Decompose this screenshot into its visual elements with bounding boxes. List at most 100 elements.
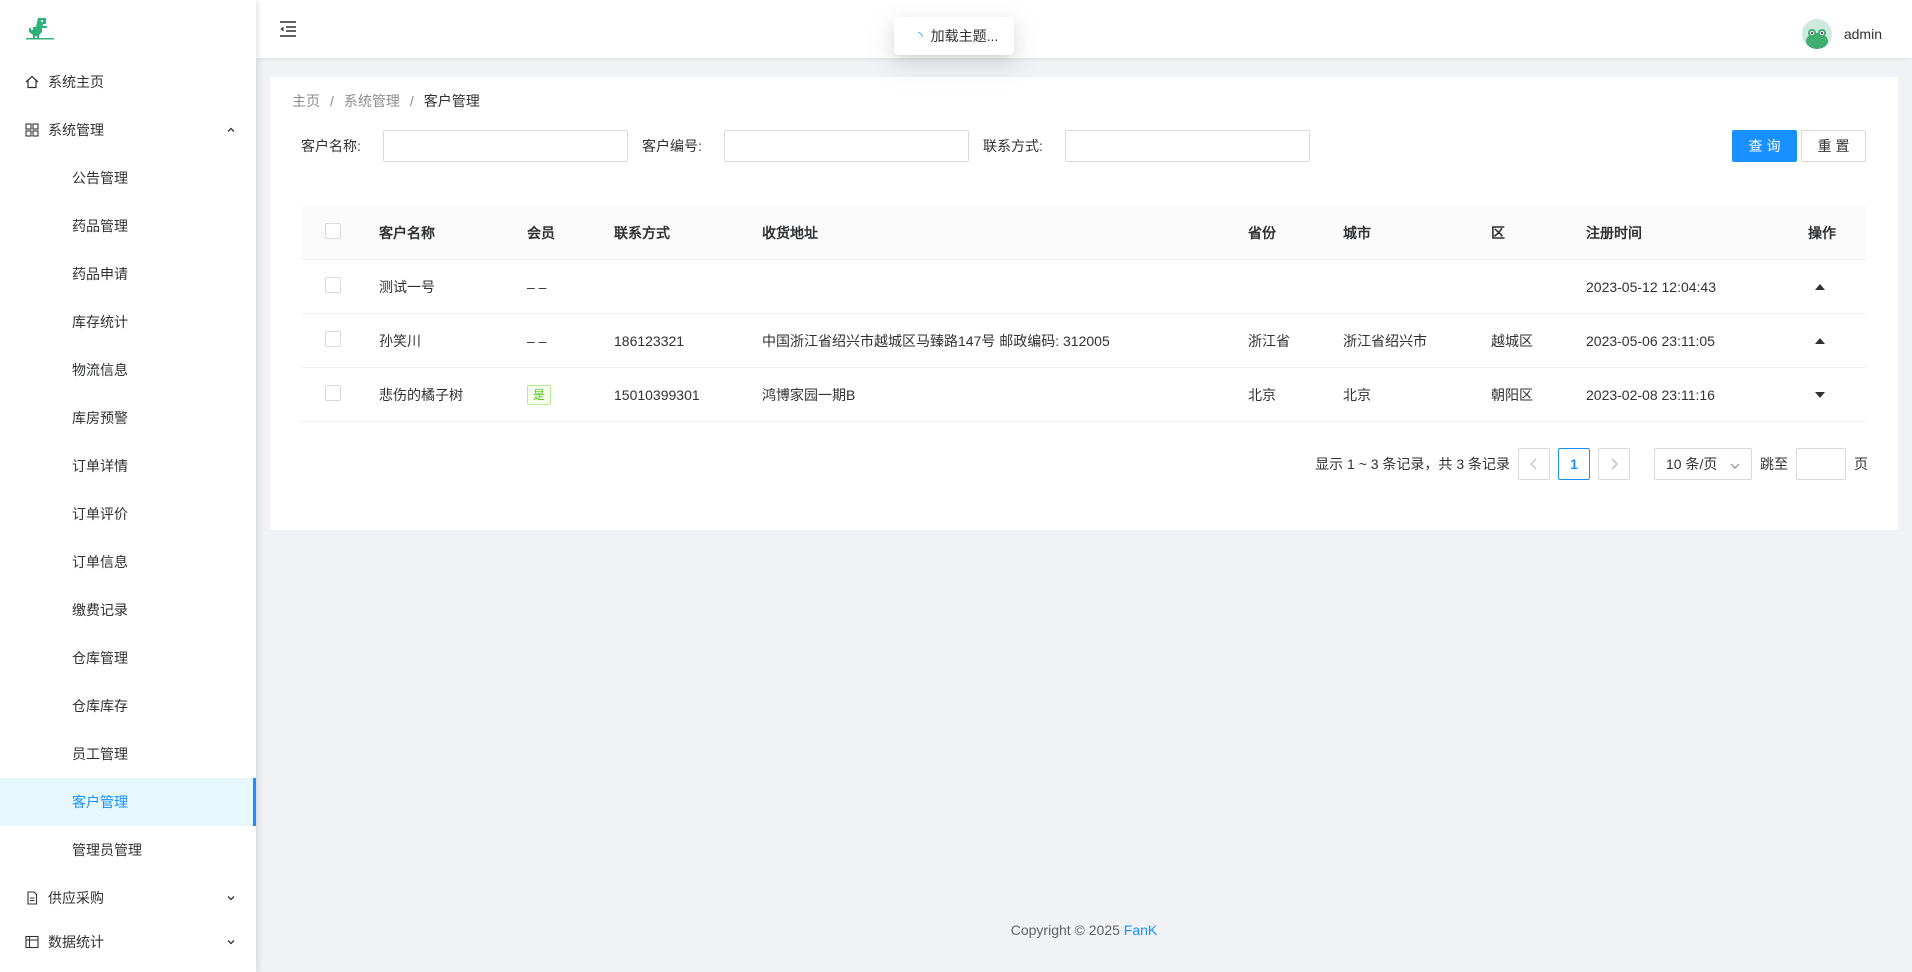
member-tag: 是 <box>527 384 552 405</box>
sub-item-label: 库存统计 <box>72 314 128 330</box>
cell-name: 测试一号 <box>379 278 435 295</box>
sidebar-item-drug[interactable]: 药品管理 <box>0 202 256 250</box>
sidebar-item-order-review[interactable]: 订单评价 <box>0 490 256 538</box>
query-button[interactable]: 查询 <box>1732 130 1797 162</box>
chevron-up-icon <box>224 123 238 137</box>
user-name[interactable]: admin <box>1844 26 1882 42</box>
breadcrumb-separator: / <box>409 93 414 109</box>
menu-item-system[interactable]: 系统管理 <box>0 106 256 154</box>
menu-item-label: 供应采购 <box>48 890 104 906</box>
page-size-select[interactable]: 10 条/页 <box>1654 448 1752 480</box>
search-form: 客户名称: 客户编号: 联系方式: 查询 重置 <box>301 130 1866 162</box>
caret-up-icon[interactable] <box>1812 279 1828 295</box>
row-select-cell <box>301 385 379 404</box>
sidebar-item-payment[interactable]: 缴费记录 <box>0 586 256 634</box>
cell-member: 是 <box>527 384 614 405</box>
sidebar-item-warehouse[interactable]: 仓库管理 <box>0 634 256 682</box>
breadcrumb-system[interactable]: 系统管理 <box>344 91 400 111</box>
menu-item-statistics[interactable]: 数据统计 <box>0 922 256 962</box>
menu-item-home[interactable]: 系统主页 <box>0 58 256 106</box>
reset-button[interactable]: 重置 <box>1801 130 1866 162</box>
caret-up-icon[interactable] <box>1812 333 1828 349</box>
sidebar-item-warehouse-stock[interactable]: 仓库库存 <box>0 682 256 730</box>
copyright-text: Copyright © 2025 <box>1010 922 1124 938</box>
frog-avatar-icon <box>1801 19 1832 49</box>
jump-prefix: 跳至 <box>1760 456 1788 472</box>
cell-province: 北京 <box>1248 386 1276 403</box>
sub-item-label: 物流信息 <box>72 362 128 378</box>
sidebar-item-admin[interactable]: 管理员管理 <box>0 826 256 874</box>
cell-phone: 15010399301 <box>614 386 700 403</box>
table-row: 孙笑川 – – 186123321 中国浙江省绍兴市越城区马臻路147号 邮政编… <box>301 314 1866 368</box>
select-all-cell <box>301 223 379 242</box>
customer-code-input[interactable] <box>724 130 969 162</box>
column-header: 省份 <box>1248 224 1276 241</box>
row-checkbox[interactable] <box>325 277 341 293</box>
sidebar-item-order-info[interactable]: 订单信息 <box>0 538 256 586</box>
row-select-cell <box>301 331 379 350</box>
row-checkbox[interactable] <box>325 385 341 401</box>
contact-input[interactable] <box>1065 130 1310 162</box>
dinosaur-logo-icon <box>26 18 54 40</box>
cell-register-time: 2023-02-08 23:11:16 <box>1586 386 1715 403</box>
sidebar-item-drug-apply[interactable]: 药品申请 <box>0 250 256 298</box>
select-all-checkbox[interactable] <box>325 223 341 239</box>
cell-name: 悲伤的橘子树 <box>379 386 463 403</box>
customer-name-input[interactable] <box>383 130 628 162</box>
customer-code-label: 客户编号: <box>642 138 702 154</box>
chevron-down-icon <box>1729 459 1741 475</box>
prev-page-button[interactable] <box>1518 448 1550 480</box>
sub-item-label: 订单详情 <box>72 458 128 474</box>
footer: Copyright © 2025 FanK <box>256 922 1912 938</box>
contact-label: 联系方式: <box>983 138 1043 154</box>
pagination-total: 显示 1 ~ 3 条记录，共 3 条记录 <box>1315 456 1510 472</box>
cell-phone: 186123321 <box>614 332 685 349</box>
pagination: 显示 1 ~ 3 条记录，共 3 条记录 1 10 条/页 跳至 页 <box>1315 448 1868 480</box>
loading-spinner-icon: ◝ <box>918 29 923 43</box>
column-header: 收货地址 <box>762 224 818 241</box>
loading-toast: ◝ 加载主题... <box>894 17 1015 55</box>
sidebar-item-notice[interactable]: 公告管理 <box>0 154 256 202</box>
loading-text: 加载主题... <box>930 28 999 44</box>
menu-item-procurement[interactable]: 供应采购 <box>0 874 256 922</box>
sidebar-item-order-detail[interactable]: 订单详情 <box>0 442 256 490</box>
menu-item-label: 系统主页 <box>48 74 104 90</box>
cell-operation <box>1808 332 1866 349</box>
avatar[interactable] <box>1801 19 1832 49</box>
breadcrumb-current: 客户管理 <box>423 93 480 109</box>
logo[interactable] <box>0 0 256 58</box>
sidebar-item-storage-alert[interactable]: 库房预警 <box>0 394 256 442</box>
customer-code-field: 客户编号: <box>642 130 969 162</box>
cell-address: 中国浙江省绍兴市越城区马臻路147号 邮政编码: 312005 <box>762 332 1110 349</box>
user-menu[interactable]: admin <box>1801 19 1882 49</box>
cell-operation <box>1808 278 1866 295</box>
row-select-cell <box>301 277 379 296</box>
customer-name-label: 客户名称: <box>301 138 361 154</box>
column-header: 客户名称 <box>379 224 435 241</box>
customer-name-field: 客户名称: <box>301 130 628 162</box>
sidebar-item-customer[interactable]: 客户管理 <box>0 778 256 826</box>
sub-item-label: 仓库库存 <box>72 698 128 714</box>
sidebar-item-staff[interactable]: 员工管理 <box>0 730 256 778</box>
sub-item-label: 员工管理 <box>72 746 128 762</box>
customer-table: 客户名称 会员 联系方式 收货地址 省份 城市 区 注册时间 操作 测试一号 –… <box>301 206 1866 422</box>
page-size-value: 10 条/页 <box>1666 456 1718 472</box>
sub-item-label: 公告管理 <box>72 170 128 186</box>
column-header: 城市 <box>1343 224 1371 241</box>
menu-fold-icon[interactable] <box>278 19 298 39</box>
page-button-current[interactable]: 1 <box>1558 448 1590 480</box>
next-page-button[interactable] <box>1598 448 1630 480</box>
jump-page-input[interactable] <box>1796 448 1846 480</box>
sidebar-item-inventory-stats[interactable]: 库存统计 <box>0 298 256 346</box>
chevron-down-icon <box>224 935 238 949</box>
breadcrumb-home[interactable]: 主页 <box>292 91 320 111</box>
column-header: 区 <box>1491 224 1505 241</box>
row-checkbox[interactable] <box>325 331 341 347</box>
cell-register-time: 2023-05-12 12:04:43 <box>1586 278 1716 295</box>
sub-item-label: 订单评价 <box>72 506 128 522</box>
chevron-down-icon <box>224 891 238 905</box>
caret-down-icon[interactable] <box>1812 387 1828 403</box>
sidebar-item-logistics[interactable]: 物流信息 <box>0 346 256 394</box>
footer-brand-link[interactable]: FanK <box>1124 922 1157 938</box>
sub-item-label: 药品管理 <box>72 218 128 234</box>
